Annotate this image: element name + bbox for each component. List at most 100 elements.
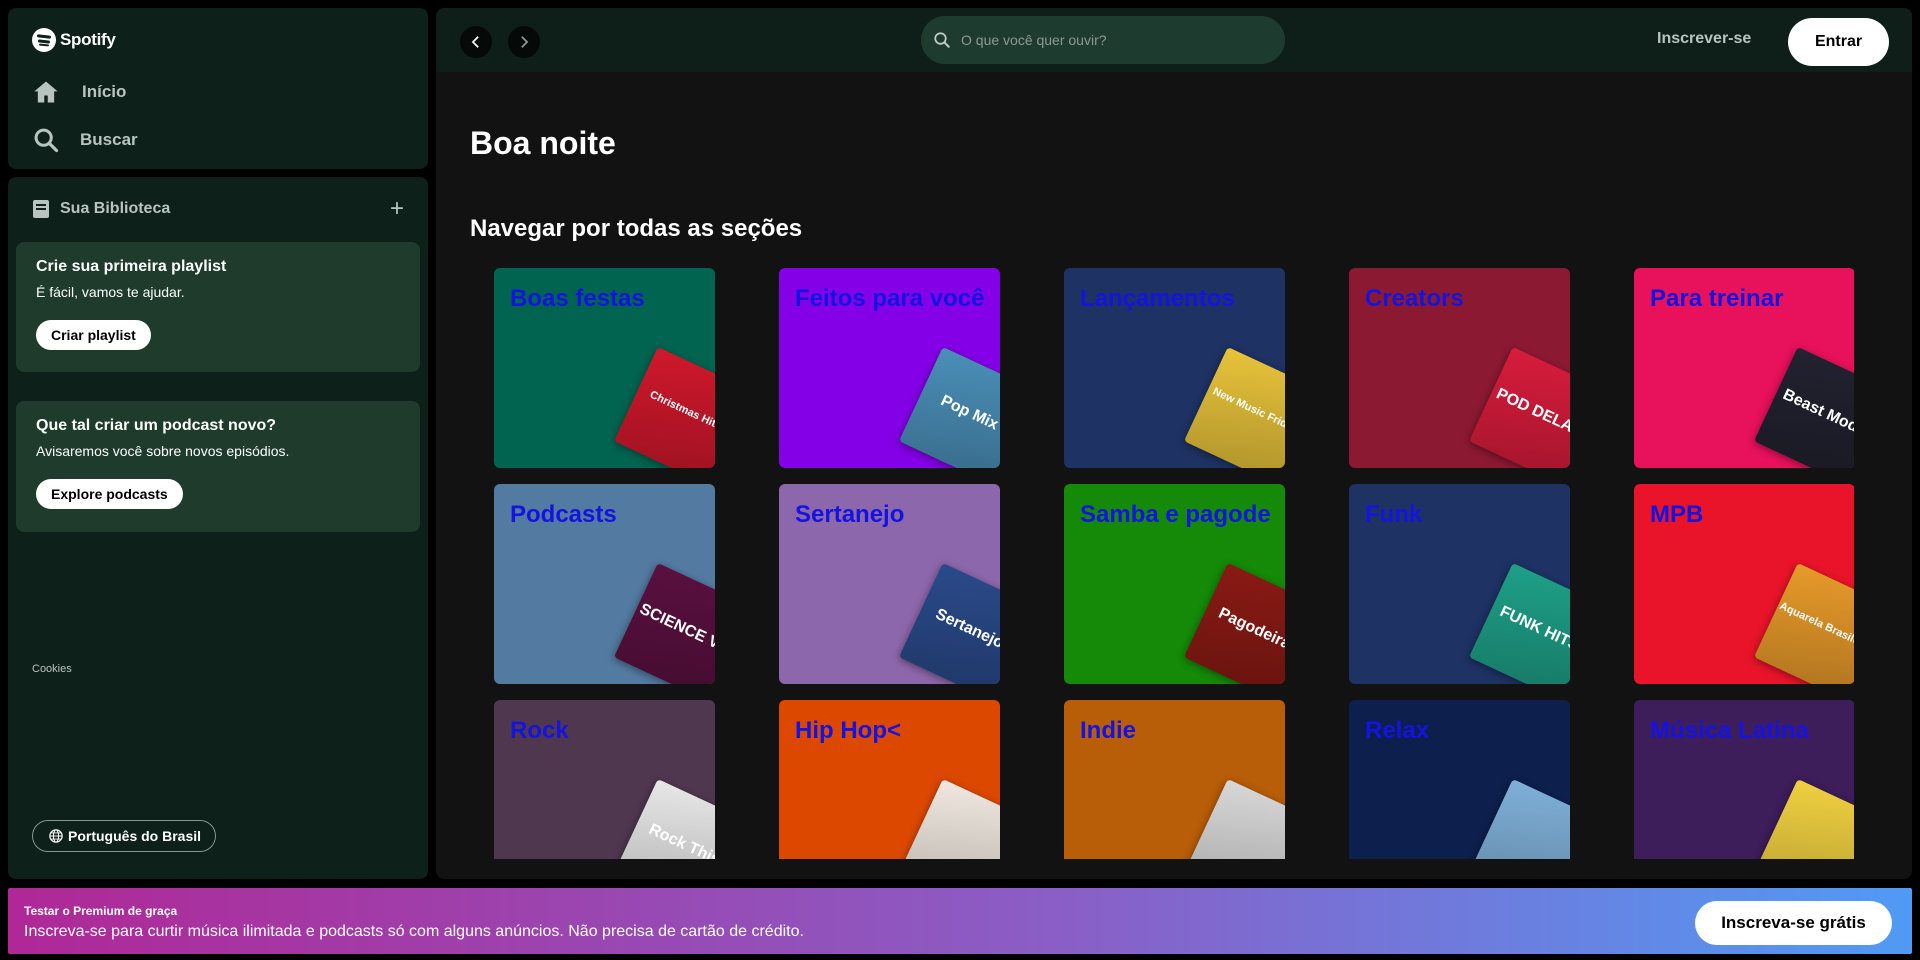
cover-text: POD DELAS (1493, 385, 1570, 441)
cover-text: Christmas Hits (647, 388, 715, 433)
category-cover-image (1753, 778, 1854, 859)
category-cover-image: Pagodeira (1183, 562, 1285, 684)
premium-banner[interactable]: Testar o Premium de graça Inscreva-se pa… (8, 888, 1912, 954)
library-button[interactable]: Sua Biblioteca (32, 199, 170, 219)
nav-search-label: Buscar (80, 130, 138, 149)
chevron-right-icon (521, 36, 529, 48)
category-card[interactable]: Sertanejo Sertanejo (779, 484, 1000, 684)
category-title: Para treinar (1650, 285, 1784, 312)
signup-link[interactable]: Inscrever-se (1657, 30, 1751, 48)
spotify-logo[interactable]: Spotify (32, 28, 116, 52)
cover-text: Pop Mix (938, 392, 1000, 434)
cover-text: Rock This (646, 820, 715, 859)
language-label: Português do Brasil (68, 828, 202, 844)
category-title: Indie (1080, 717, 1137, 744)
category-title: Feitos para você (795, 285, 985, 312)
top-bar: Inscrever-se Entrar (436, 8, 1912, 72)
podcast-card: Que tal criar um podcast novo? Avisaremo… (16, 401, 420, 532)
cover-text: Pagodeira (1215, 604, 1285, 653)
promo-title: Crie sua primeira playlist (36, 258, 227, 275)
category-cover-image: Christmas Hits (613, 346, 715, 468)
category-title: Podcasts (510, 501, 617, 528)
explore-podcasts-button[interactable]: Explore podcasts (36, 479, 183, 509)
category-cover-image (1183, 778, 1285, 859)
search-icon (934, 32, 950, 48)
library-title: Sua Biblioteca (60, 200, 171, 217)
search-bar[interactable] (921, 16, 1285, 64)
section-title: Navegar por todas as seções (470, 215, 803, 242)
banner-heading: Testar o Premium de graça (24, 904, 178, 918)
category-cover-image (1468, 778, 1570, 859)
category-cover-image: New Music Friday (1183, 346, 1285, 468)
category-card[interactable]: Indie (1064, 700, 1285, 859)
category-cover-image (898, 778, 1000, 859)
category-card[interactable]: Rock Rock This (494, 700, 715, 859)
category-title: Samba e pagode (1080, 501, 1271, 528)
library-icon (33, 200, 49, 218)
cover-text: SCIENCE VS (636, 600, 715, 658)
library-panel: Sua Biblioteca + Crie sua primeira playl… (8, 177, 428, 879)
promo-text: É fácil, vamos te ajudar. (36, 284, 185, 300)
category-card[interactable]: Samba e pagode Pagodeira (1064, 484, 1285, 684)
category-cover-image: Rock This (613, 778, 715, 859)
category-title: Lançamentos (1080, 285, 1235, 312)
home-icon (34, 81, 58, 103)
create-playlist-button[interactable]: Criar playlist (36, 320, 151, 350)
category-title: Rock (510, 717, 569, 744)
add-icon[interactable]: + (390, 197, 404, 221)
category-title: Creators (1365, 285, 1464, 312)
category-title: Hip Hop< (795, 717, 901, 744)
category-card[interactable]: MPB Aquarela Brasileira (1634, 484, 1854, 684)
category-title: Sertanejo (795, 501, 905, 528)
cover-text: Sertanejo (932, 605, 1000, 652)
signup-free-button[interactable]: Inscreva-se grátis (1695, 901, 1892, 945)
back-button[interactable] (460, 26, 492, 58)
forward-button[interactable] (508, 26, 540, 58)
spotify-icon (32, 28, 56, 52)
category-card[interactable]: Para treinar Beast Mode (1634, 268, 1854, 468)
banner-text: Inscreva-se para curtir música ilimitada… (24, 923, 804, 940)
category-grid: Boas festas Christmas Hits Feitos para voc… (494, 268, 1854, 859)
category-cover-image: Sertanejo (898, 562, 1000, 684)
nav-panel: Spotify Início Buscar (8, 8, 428, 169)
category-card[interactable]: Lançamentos New Music Friday (1064, 268, 1285, 468)
login-button[interactable]: Entrar (1788, 18, 1889, 66)
category-cover-image: FUNK HITS (1468, 562, 1570, 684)
category-card[interactable]: Funk FUNK HITS (1349, 484, 1570, 684)
promo-title: Que tal criar um podcast novo? (36, 417, 277, 434)
category-card[interactable]: Boas festas Christmas Hits (494, 268, 715, 468)
cover-text: New Music Friday (1210, 385, 1285, 436)
cover-text: Aquarela Brasileira (1777, 599, 1854, 654)
nav-home[interactable]: Início (32, 78, 126, 106)
category-card[interactable]: Hip Hop< (779, 700, 1000, 859)
page-title: Boa noite (470, 125, 616, 161)
category-title: Boas festas (510, 285, 645, 312)
category-title: Relax (1365, 717, 1430, 744)
category-card[interactable]: Podcasts SCIENCE VS (494, 484, 715, 684)
main-content: Inscrever-se Entrar Boa noite Navegar po… (436, 8, 1912, 879)
category-card[interactable]: Relax (1349, 700, 1570, 859)
cover-text: Beast Mode (1780, 386, 1854, 440)
category-card[interactable]: Creators POD DELAS (1349, 268, 1570, 468)
category-cover-image: SCIENCE VS (613, 562, 715, 684)
search-input[interactable] (961, 32, 1261, 48)
cover-text: FUNK HITS (1497, 603, 1570, 655)
cookies-link[interactable]: Cookies (32, 663, 72, 675)
globe-icon (49, 829, 63, 843)
category-cover-image: Pop Mix (898, 346, 1000, 468)
brand-name: Spotify (60, 30, 116, 49)
category-card[interactable]: Música Latina (1634, 700, 1854, 859)
promo-text: Avisaremos você sobre novos episódios. (36, 443, 290, 459)
create-playlist-card: Crie sua primeira playlist É fácil, vamo… (16, 242, 420, 372)
category-cover-image: Beast Mode (1753, 346, 1854, 468)
nav-search[interactable]: Buscar (32, 126, 138, 154)
category-title: MPB (1650, 501, 1704, 528)
category-title: Funk (1365, 501, 1423, 528)
category-cover-image: POD DELAS (1468, 346, 1570, 468)
language-button[interactable]: Português do Brasil (32, 820, 217, 852)
category-card[interactable]: Feitos para você Pop Mix (779, 268, 1000, 468)
nav-home-label: Início (82, 82, 127, 101)
chevron-left-icon (471, 36, 479, 48)
category-title: Música Latina (1650, 717, 1809, 744)
library-header: Sua Biblioteca + (32, 195, 404, 223)
